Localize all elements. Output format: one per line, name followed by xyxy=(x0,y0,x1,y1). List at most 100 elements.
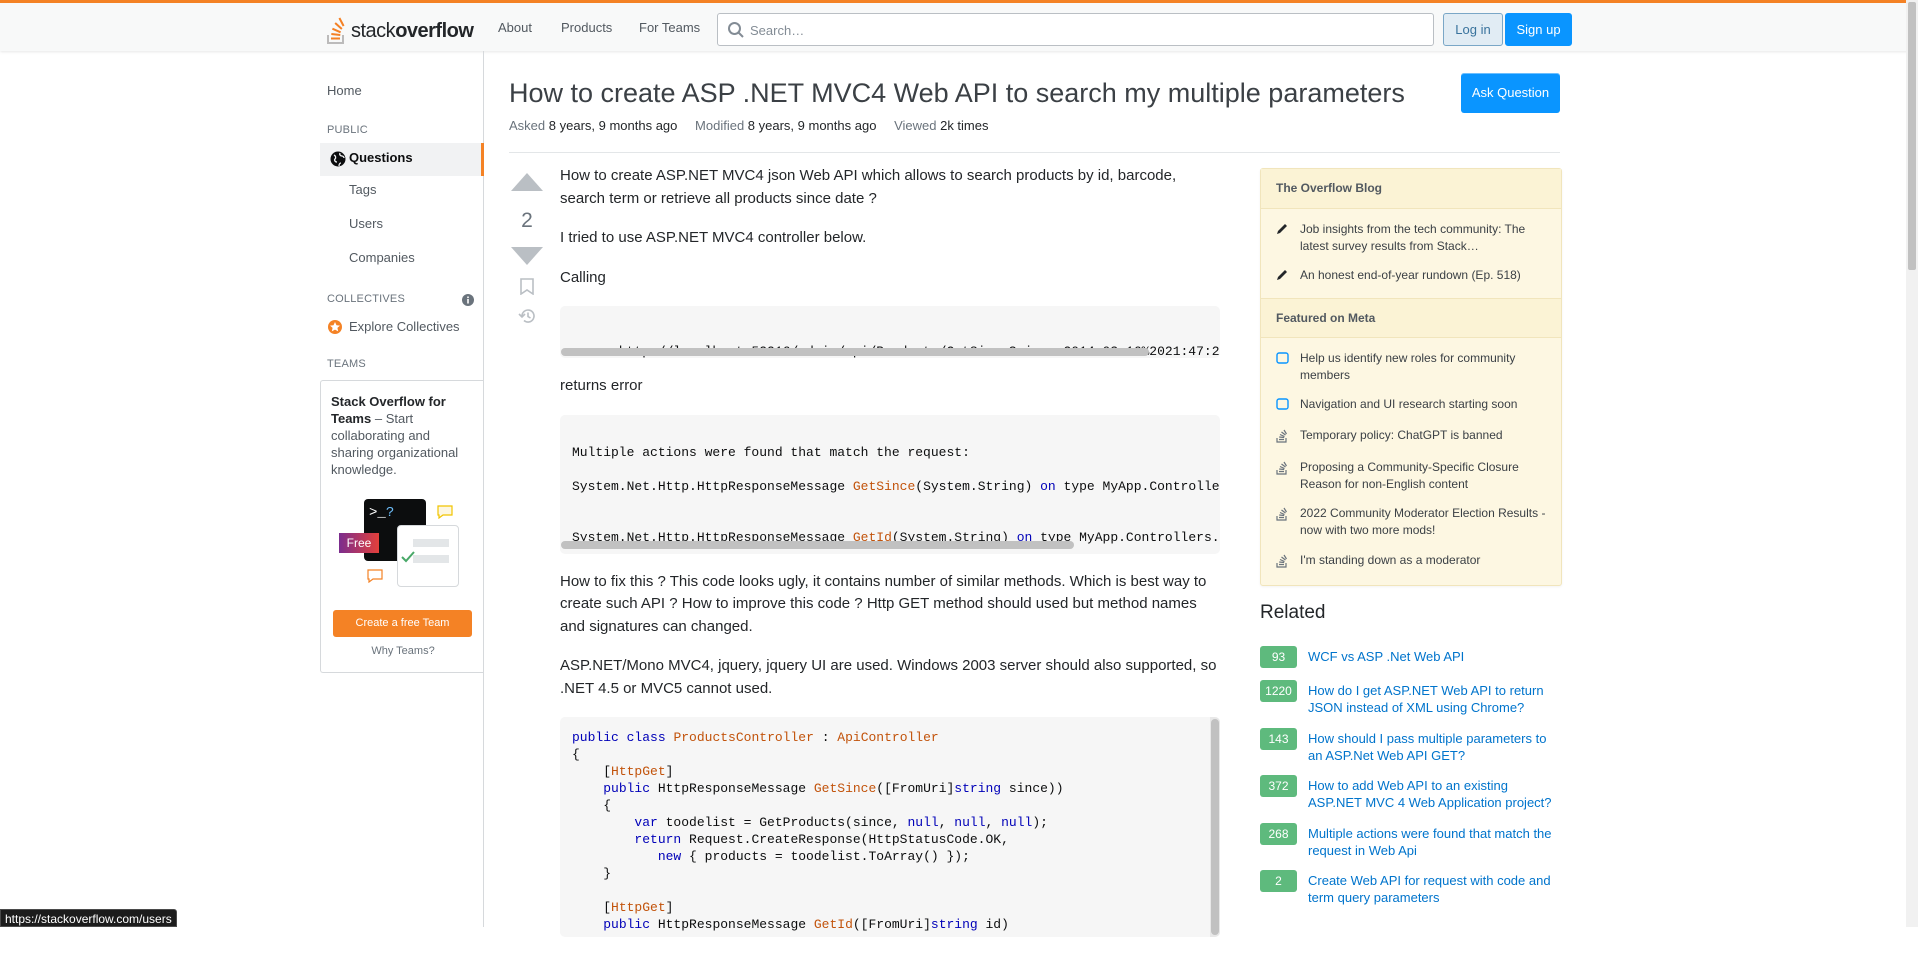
related-score-badge: 1220 xyxy=(1260,680,1297,702)
related-link[interactable]: How to add Web API to an existing ASP.NE… xyxy=(1308,777,1562,811)
related-item[interactable]: 2 Create Web API for request with code a… xyxy=(1260,870,1562,906)
stackoverflow-logo[interactable]: stackoverflow xyxy=(326,11,474,45)
chat-bubble-icon xyxy=(437,505,453,519)
nav-users[interactable]: Users xyxy=(349,214,383,234)
upvote-arrow-icon[interactable] xyxy=(511,173,543,191)
nav-explore-collectives[interactable]: Explore Collectives xyxy=(327,317,477,337)
related-link[interactable]: Multiple actions were found that match t… xyxy=(1308,825,1562,859)
globe-icon xyxy=(330,151,346,167)
chat-bubble-icon xyxy=(367,569,383,583)
teams-promo: Stack Overflow for Teams – Start collabo… xyxy=(320,380,484,673)
modified-value[interactable]: 8 years, 9 months ago xyxy=(748,118,877,133)
search-icon xyxy=(728,22,744,38)
meta-item[interactable]: Temporary policy: ChatGPT is banned xyxy=(1276,427,1556,444)
search-box[interactable] xyxy=(717,13,1434,46)
related-item[interactable]: 268 Multiple actions were found that mat… xyxy=(1260,823,1562,859)
signup-button[interactable]: Sign up xyxy=(1505,13,1572,46)
meta-item[interactable]: 2022 Community Moderator Election Result… xyxy=(1276,505,1556,539)
top-bar: stackoverflow About Products For Teams L… xyxy=(0,0,1918,51)
related-score-badge: 2 xyxy=(1260,870,1297,892)
viewed-label: Viewed xyxy=(894,118,937,133)
free-badge: Free xyxy=(339,533,379,553)
nav-companies[interactable]: Companies xyxy=(349,248,415,268)
stack-icon xyxy=(1276,461,1288,475)
asked-label: Asked xyxy=(509,118,546,133)
meta-item[interactable]: Navigation and UI research starting soon xyxy=(1276,396,1556,413)
page-scrollbar[interactable] xyxy=(1906,0,1918,927)
history-icon[interactable] xyxy=(518,308,536,324)
question-body: How to create ASP.NET MVC4 json Web API … xyxy=(560,165,1220,954)
pencil-icon xyxy=(1277,270,1287,280)
body-paragraph: I tried to use ASP.NET MVC4 controller b… xyxy=(560,229,867,246)
viewed-value: 2k times xyxy=(940,118,989,133)
related-score-badge: 143 xyxy=(1260,728,1297,750)
stack-icon xyxy=(1276,429,1288,443)
code-block[interactable]: public class ProductsController : ApiCon… xyxy=(560,717,1220,937)
body-paragraph: Calling xyxy=(560,268,606,286)
status-bar-url: https://stackoverflow.com/users xyxy=(0,909,177,927)
create-free-team-button[interactable]: Create a free Team xyxy=(333,610,472,637)
meta-item[interactable]: Help us identify new roles for community… xyxy=(1276,350,1556,384)
why-teams-link[interactable]: Why Teams? xyxy=(321,645,485,657)
blog-item[interactable]: Job insights from the tech community: Th… xyxy=(1276,221,1556,255)
stack-icon xyxy=(1276,554,1288,568)
meta-item[interactable]: I'm standing down as a moderator xyxy=(1276,552,1556,569)
teams-illustration: >_? Free xyxy=(339,499,459,591)
nav-about[interactable]: About xyxy=(498,18,532,38)
body-paragraph: ASP.NET/Mono MVC4, jquery, jquery UI are… xyxy=(560,657,1217,697)
teams-heading: TEAMS xyxy=(327,358,366,370)
related-score-badge: 372 xyxy=(1260,775,1297,797)
vote-count: 2 xyxy=(521,209,533,232)
stack-icon xyxy=(1276,507,1288,521)
horizontal-scrollbar[interactable] xyxy=(561,348,1149,356)
downvote-arrow-icon[interactable] xyxy=(511,247,543,265)
vertical-scrollbar[interactable] xyxy=(1210,717,1220,937)
nav-questions[interactable]: Questions xyxy=(320,143,484,176)
public-heading: PUBLIC xyxy=(327,124,368,136)
question-title[interactable]: How to create ASP .NET MVC4 Web API to s… xyxy=(509,76,1405,110)
collectives-heading: COLLECTIVES xyxy=(327,293,406,305)
related-link[interactable]: WCF vs ASP .Net Web API xyxy=(1308,648,1562,665)
nav-for-teams[interactable]: For Teams xyxy=(639,18,700,38)
body-paragraph: returns error xyxy=(560,377,643,394)
related-item[interactable]: 372 How to add Web API to an existing AS… xyxy=(1260,775,1562,811)
code-block[interactable]: Multiple actions were found that match t… xyxy=(560,414,1220,554)
nav-tags[interactable]: Tags xyxy=(349,180,376,200)
divider xyxy=(509,152,1560,153)
left-sidebar: Home PUBLIC Questions Tags Users Compani… xyxy=(320,51,484,927)
bookmark-icon[interactable] xyxy=(520,278,534,295)
chat-square-icon xyxy=(1276,398,1289,410)
code-line: System.Net.Http.HttpResponseMessage GetS… xyxy=(572,478,1220,494)
horizontal-scrollbar[interactable] xyxy=(561,540,1074,549)
chat-square-icon xyxy=(1276,352,1289,364)
search-input[interactable] xyxy=(750,20,1400,40)
nav-products[interactable]: Products xyxy=(561,18,612,38)
related-link[interactable]: How should I pass multiple parameters to… xyxy=(1308,730,1562,764)
related-item[interactable]: 93 WCF vs ASP .Net Web API xyxy=(1260,646,1562,682)
meta-item[interactable]: Proposing a Community-Specific Closure R… xyxy=(1276,459,1556,493)
related-item[interactable]: 143 How should I pass multiple parameter… xyxy=(1260,728,1562,764)
code-line: Multiple actions were found that match t… xyxy=(572,444,970,460)
explore-collectives-label: Explore Collectives xyxy=(349,319,460,334)
blog-item[interactable]: An honest end-of-year rundown (Ep. 518) xyxy=(1276,267,1556,284)
blog-heading: The Overflow Blog xyxy=(1261,169,1561,209)
login-button[interactable]: Log in xyxy=(1443,13,1503,46)
info-icon[interactable] xyxy=(462,294,474,306)
overflow-blog-widget: The Overflow Blog Job insights from the … xyxy=(1260,168,1562,586)
asked-value[interactable]: 8 years, 9 months ago xyxy=(549,118,678,133)
related-link[interactable]: How do I get ASP.NET Web API to return J… xyxy=(1308,682,1562,716)
related-item[interactable]: 1220 How do I get ASP.NET Web API to ret… xyxy=(1260,680,1562,716)
related-score-badge: 93 xyxy=(1260,646,1297,668)
code-block[interactable]: http://localhost:52216/admin/api/Product… xyxy=(560,306,1220,358)
teams-promo-text: Stack Overflow for Teams – Start collabo… xyxy=(331,394,459,477)
ask-question-button[interactable]: Ask Question xyxy=(1461,73,1560,113)
featured-meta-heading: Featured on Meta xyxy=(1261,298,1561,338)
body-paragraph: How to fix this ? This code looks ugly, … xyxy=(560,572,1207,635)
nav-home[interactable]: Home xyxy=(327,81,362,101)
page-scrollbar-thumb[interactable] xyxy=(1908,2,1916,270)
collectives-icon xyxy=(328,320,342,334)
related-link[interactable]: Create Web API for request with code and… xyxy=(1308,872,1562,906)
pencil-icon xyxy=(1277,224,1287,234)
stack-logo-icon xyxy=(327,17,345,44)
modified-label: Modified xyxy=(695,118,745,133)
